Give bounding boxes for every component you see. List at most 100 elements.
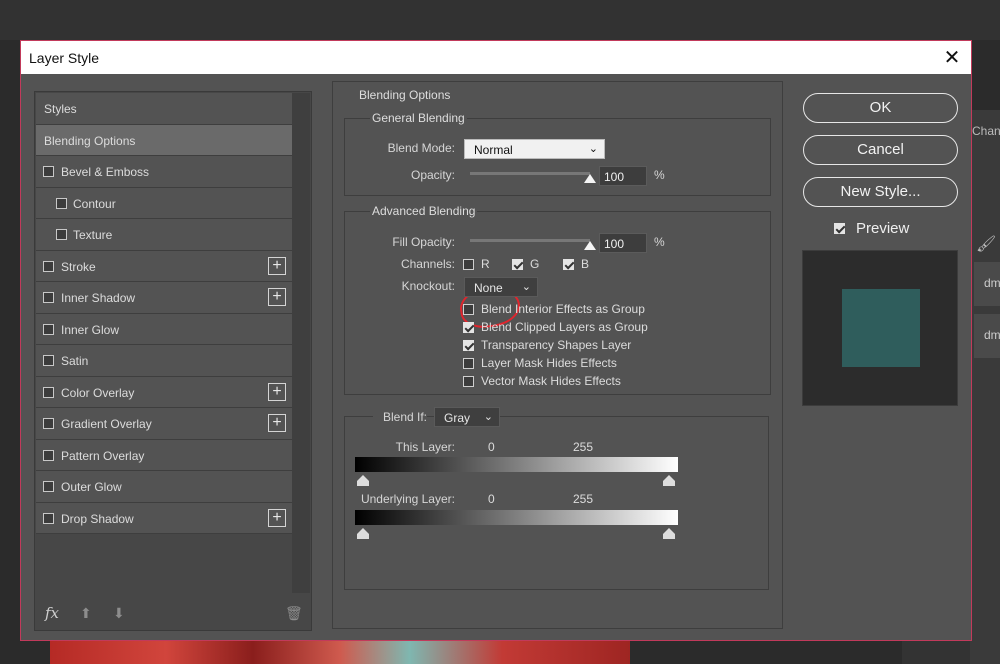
style-item-label: Drop Shadow xyxy=(61,511,134,526)
style-checkbox[interactable] xyxy=(43,355,54,366)
preview-label: Preview xyxy=(856,220,910,237)
style-checkbox[interactable] xyxy=(56,229,67,240)
style-item-contour[interactable]: Contour xyxy=(36,187,292,219)
trash-icon[interactable]: 🗑 xyxy=(285,605,303,622)
style-item-drop-shadow[interactable]: Drop Shadow + xyxy=(36,502,292,534)
fill-opacity-unit: % xyxy=(654,235,665,249)
channel-g-checkbox[interactable] xyxy=(512,259,523,270)
style-item-outer-glow[interactable]: Outer Glow xyxy=(36,471,292,503)
layer-thumb[interactable]: dm xyxy=(974,262,1000,306)
advanced-option-checkbox[interactable] xyxy=(463,322,474,333)
brush-icon[interactable]: 🖌 xyxy=(976,234,996,254)
this-layer-black-slider[interactable] xyxy=(357,475,369,487)
new-style-button[interactable]: New Style... xyxy=(803,177,958,207)
this-layer-white-slider[interactable] xyxy=(663,475,675,487)
advanced-blending-title: Advanced Blending xyxy=(370,204,478,218)
blend-mode-value: Normal xyxy=(474,143,513,157)
blend-if-select[interactable]: Gray ⌄ xyxy=(434,407,500,427)
dialog-title: Layer Style xyxy=(29,50,100,66)
ok-button[interactable]: OK xyxy=(803,93,958,123)
opacity-slider[interactable] xyxy=(470,172,590,175)
style-checkbox[interactable] xyxy=(43,292,54,303)
add-effect-icon[interactable]: + xyxy=(268,414,286,432)
style-item-color-overlay[interactable]: Color Overlay + xyxy=(36,376,292,408)
underlying-white-slider[interactable] xyxy=(663,528,675,540)
blend-mode-select[interactable]: Normal ⌄ xyxy=(464,139,605,159)
style-item-inner-glow[interactable]: Inner Glow xyxy=(36,313,292,345)
add-effect-icon[interactable]: + xyxy=(268,256,286,275)
close-icon[interactable]: ✕ xyxy=(939,45,965,71)
opacity-label: Opacity: xyxy=(410,168,455,182)
style-item-gradient-overlay[interactable]: Gradient Overlay + xyxy=(36,408,292,440)
advanced-option-label: Transparency Shapes Layer xyxy=(481,338,632,352)
underlying-max: 255 xyxy=(573,492,594,506)
style-checkbox[interactable] xyxy=(43,386,54,398)
chevron-down-icon: ⌄ xyxy=(521,281,531,293)
style-item-label: Inner Glow xyxy=(61,322,120,337)
opacity-unit: % xyxy=(654,168,665,182)
style-item-texture[interactable]: Texture xyxy=(36,219,292,251)
underlying-black-slider[interactable] xyxy=(357,528,369,540)
styles-footer: fx ⬆ ⬇ 🗑 xyxy=(35,597,311,631)
channel-r-checkbox[interactable] xyxy=(463,259,474,270)
channels-label: Channels: xyxy=(400,257,455,271)
style-item-blending-options[interactable]: Blending Options xyxy=(36,124,292,156)
advanced-option-checkbox[interactable] xyxy=(463,376,474,387)
knockout-select[interactable]: None ⌄ xyxy=(464,277,538,297)
canvas-image xyxy=(50,638,630,664)
advanced-option-label: Blend Clipped Layers as Group xyxy=(481,320,648,334)
arrow-down-icon[interactable]: ⬇ xyxy=(113,605,125,622)
style-item-label: Inner Shadow xyxy=(61,291,136,305)
add-effect-icon[interactable]: + xyxy=(268,508,286,527)
style-item-stroke[interactable]: Stroke + xyxy=(36,250,292,282)
chevron-down-icon: ⌄ xyxy=(588,143,598,155)
styles-scrollbar[interactable] xyxy=(292,93,310,593)
layer-style-dialog: Layer Style ✕ Styles Blending Options Beve… xyxy=(20,40,972,641)
opacity-input[interactable]: 100 xyxy=(599,166,647,186)
style-checkbox[interactable] xyxy=(43,323,54,335)
fill-opacity-slider-thumb[interactable] xyxy=(584,241,596,250)
fill-opacity-input[interactable]: 100 xyxy=(599,233,647,253)
opacity-slider-thumb[interactable] xyxy=(584,174,596,183)
this-layer-max: 255 xyxy=(573,440,594,454)
style-checkbox[interactable] xyxy=(56,197,67,209)
advanced-option-checkbox[interactable] xyxy=(463,304,474,315)
chevron-down-icon: ⌄ xyxy=(483,411,493,423)
preview-checkbox[interactable] xyxy=(834,223,845,234)
style-item-satin[interactable]: Satin xyxy=(36,345,292,377)
style-checkbox[interactable] xyxy=(43,481,54,492)
channel-b-checkbox[interactable] xyxy=(563,259,574,270)
underlying-gradient xyxy=(355,510,678,525)
dialog-titlebar: Layer Style ✕ xyxy=(21,41,971,74)
advanced-option-label: Layer Mask Hides Effects xyxy=(481,356,617,370)
cancel-button[interactable]: Cancel xyxy=(803,135,958,165)
style-checkbox[interactable] xyxy=(43,449,54,461)
advanced-option-label: Vector Mask Hides Effects xyxy=(481,374,621,388)
style-checkbox[interactable] xyxy=(43,512,54,524)
style-item-styles[interactable]: Styles xyxy=(36,93,292,125)
style-checkbox[interactable] xyxy=(43,260,54,272)
layer-name: dm xyxy=(984,276,1000,290)
channels-tab[interactable]: Chan xyxy=(972,124,1000,138)
style-preview xyxy=(802,250,958,406)
style-item-label: Outer Glow xyxy=(61,480,122,494)
channel-g-label: G xyxy=(530,257,540,271)
layer-thumb[interactable]: dm xyxy=(974,314,1000,358)
add-effect-icon[interactable]: + xyxy=(268,382,286,401)
fill-opacity-slider[interactable] xyxy=(470,239,590,242)
style-item-pattern-overlay[interactable]: Pattern Overlay xyxy=(36,439,292,471)
blend-if-label: Blend If: xyxy=(373,410,427,424)
style-item-label: Satin xyxy=(61,354,89,368)
arrow-up-icon[interactable]: ⬆ xyxy=(80,605,92,622)
blend-mode-label: Blend Mode: xyxy=(387,141,455,155)
style-checkbox[interactable] xyxy=(43,418,54,429)
style-item-inner-shadow[interactable]: Inner Shadow + xyxy=(36,282,292,314)
advanced-option-checkbox[interactable] xyxy=(463,358,474,369)
style-checkbox[interactable] xyxy=(43,166,54,177)
style-item-bevel-emboss[interactable]: Bevel & Emboss xyxy=(36,156,292,188)
fx-icon[interactable]: fx xyxy=(45,604,59,622)
style-item-label: Bevel & Emboss xyxy=(61,165,150,179)
this-layer-gradient xyxy=(355,457,678,472)
advanced-option-checkbox[interactable] xyxy=(463,340,474,351)
add-effect-icon[interactable]: + xyxy=(268,288,286,306)
